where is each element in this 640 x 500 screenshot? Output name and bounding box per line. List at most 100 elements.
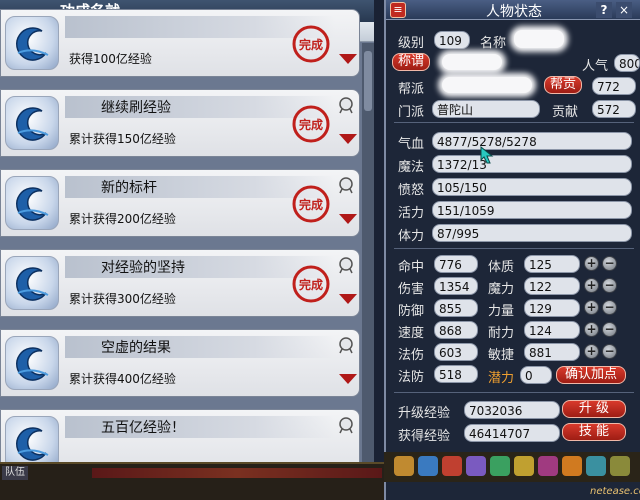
completed-stamp-icon: 完成: [291, 184, 331, 224]
confirm-points-button[interactable]: 确认加点: [556, 366, 626, 384]
section-divider: [394, 122, 634, 123]
name-redacted: [514, 30, 564, 48]
magic-power-label: 魔力: [488, 282, 515, 297]
moon-icon: [5, 96, 59, 150]
stamina-label: 体力: [398, 229, 425, 244]
faction-contribution-button[interactable]: 帮贡: [544, 76, 582, 94]
shortcut-bar: [384, 452, 640, 482]
magic-damage-label: 法伤: [398, 348, 425, 363]
plus-icon[interactable]: +: [584, 278, 599, 293]
quest-icon[interactable]: [490, 456, 510, 476]
section-divider: [394, 392, 634, 393]
achievement-card[interactable]: 获得100亿经验 完成: [0, 9, 360, 77]
agility-label: 敏捷: [488, 348, 515, 363]
svg-text:完成: 完成: [299, 117, 323, 132]
expand-arrow-icon[interactable]: [339, 214, 357, 224]
magic-power-value: 122: [524, 277, 580, 295]
plus-icon[interactable]: +: [584, 300, 599, 315]
expand-arrow-icon[interactable]: [339, 374, 357, 384]
name-label: 名称: [480, 36, 507, 51]
cursor-icon: [480, 145, 494, 164]
achievement-scrollbar[interactable]: [362, 43, 374, 462]
skills-button[interactable]: 技 能: [562, 423, 626, 441]
achievement-name: 空虚的结果: [101, 340, 171, 356]
map-icon[interactable]: [418, 456, 438, 476]
completed-stamp-icon: 完成: [291, 264, 331, 304]
svg-text:完成: 完成: [299, 197, 323, 212]
level-value: 109: [434, 31, 470, 49]
moon-icon: [5, 176, 59, 230]
endurance-label: 耐力: [488, 326, 515, 341]
settings-icon[interactable]: [610, 456, 630, 476]
achievement-name: 继续刷经验: [101, 100, 171, 116]
gift-icon[interactable]: [442, 456, 462, 476]
strength-value: 129: [524, 299, 580, 317]
team-tab[interactable]: 队伍: [2, 466, 28, 480]
endurance-value: 124: [524, 321, 580, 339]
mail-icon[interactable]: [586, 456, 606, 476]
faction-contribution-value: 772: [592, 77, 636, 95]
hp-label: 气血: [398, 137, 425, 152]
close-button[interactable]: ×: [616, 2, 632, 18]
character-status-window: ≡ 人物状态 ? × 级别 109 名称 称谓 人气 800 帮派 帮贡 772…: [384, 0, 640, 500]
upgrade-button[interactable]: 升 级: [562, 400, 626, 418]
svg-text:完成: 完成: [299, 277, 323, 292]
popularity-value: 800: [614, 54, 640, 72]
level-label: 级别: [398, 36, 425, 51]
anger-label: 愤怒: [398, 183, 425, 198]
moon-icon: [5, 256, 59, 310]
upgrade-exp-label: 升级经验: [398, 406, 451, 421]
popularity-label: 人气: [582, 59, 609, 74]
minus-icon[interactable]: −: [602, 344, 617, 359]
pet-icon[interactable]: [466, 456, 486, 476]
expand-arrow-icon[interactable]: [339, 134, 357, 144]
contribution-label: 贡献: [552, 105, 579, 120]
moon-icon: [5, 336, 59, 390]
help-button[interactable]: ?: [596, 2, 612, 18]
gained-exp-label: 获得经验: [398, 429, 451, 444]
shop-icon[interactable]: [514, 456, 534, 476]
minus-icon[interactable]: −: [602, 300, 617, 315]
minus-icon[interactable]: −: [602, 322, 617, 337]
speed-label: 速度: [398, 326, 425, 341]
hit-value: 776: [434, 255, 478, 273]
moon-icon: [5, 16, 59, 70]
bag-icon[interactable]: [394, 456, 414, 476]
title-button[interactable]: 称谓: [392, 53, 430, 71]
magic-damage-value: 603: [434, 343, 478, 361]
minus-icon[interactable]: −: [602, 278, 617, 293]
achievement-desc: 累计获得400亿经验: [69, 372, 176, 386]
constitution-value: 125: [524, 255, 580, 273]
medal-icon: [337, 416, 355, 434]
plus-icon[interactable]: +: [584, 256, 599, 271]
friend-icon[interactable]: [562, 456, 582, 476]
achievement-desc: 累计获得300亿经验: [69, 292, 176, 306]
faction-redacted: [442, 77, 532, 93]
medal-icon: [337, 256, 355, 274]
taskbar: 队伍: [0, 462, 384, 500]
upgrade-exp-value: 7032036: [464, 401, 560, 419]
achievement-card[interactable]: 五百亿经验！: [0, 409, 360, 462]
achievement-card[interactable]: 对经验的坚持 累计获得300亿经验 完成: [0, 249, 360, 317]
plus-icon[interactable]: +: [584, 322, 599, 337]
hp-value: 4877/5278/5278: [432, 132, 632, 150]
section-divider: [394, 248, 634, 249]
damage-value: 1354: [434, 277, 478, 295]
svg-text:完成: 完成: [299, 37, 323, 52]
plus-icon[interactable]: +: [584, 344, 599, 359]
minus-icon[interactable]: −: [602, 256, 617, 271]
team-icon[interactable]: [538, 456, 558, 476]
scrollbar-thumb[interactable]: [364, 51, 372, 111]
expand-arrow-icon[interactable]: [339, 294, 357, 304]
magic-defense-label: 法防: [398, 370, 425, 385]
achievement-list: 获得100亿经验 完成 继续刷经验 累计获得150亿经验 完成 新的标杆 累计获…: [0, 9, 362, 462]
strength-label: 力量: [488, 304, 515, 319]
expand-arrow-icon[interactable]: [339, 54, 357, 64]
achievement-card[interactable]: 继续刷经验 累计获得150亿经验 完成: [0, 89, 360, 157]
achievement-card[interactable]: 空虚的结果 累计获得400亿经验: [0, 329, 360, 397]
achievement-desc: 获得100亿经验: [69, 52, 152, 66]
medal-icon: [337, 176, 355, 194]
agility-value: 881: [524, 343, 580, 361]
speed-value: 868: [434, 321, 478, 339]
achievement-card[interactable]: 新的标杆 累计获得200亿经验 完成: [0, 169, 360, 237]
